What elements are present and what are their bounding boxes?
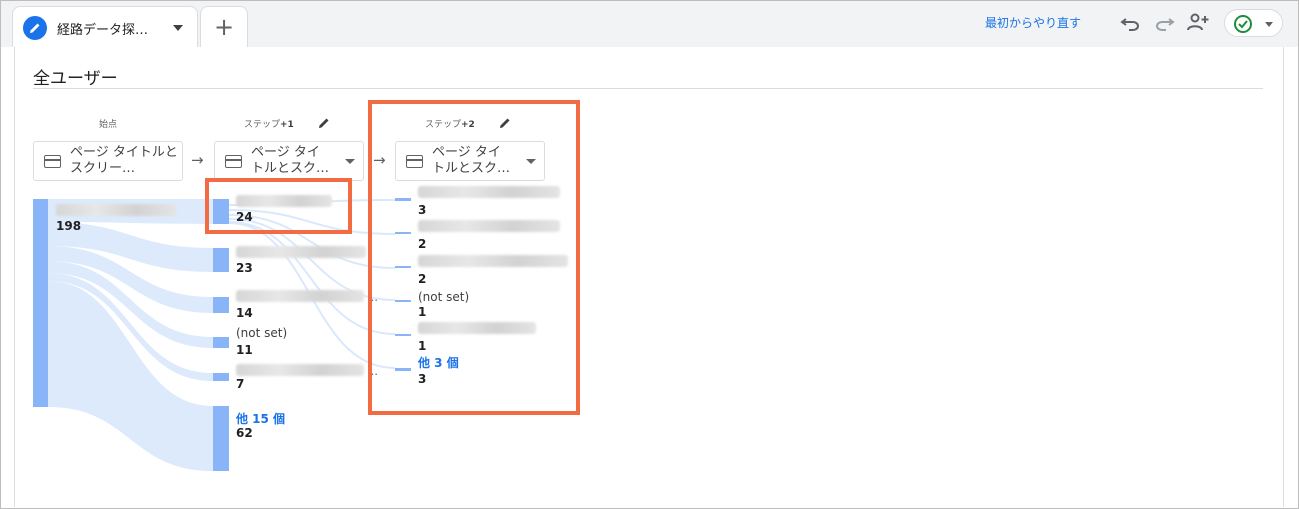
step1-node-bar[interactable] — [213, 373, 229, 381]
step1-more-nodes-link[interactable]: 他 15 個 — [236, 410, 285, 427]
step1-node-value: 11 — [236, 343, 253, 357]
step1-node-bar[interactable] — [213, 248, 229, 272]
step1-node-value: 62 — [236, 426, 253, 440]
node-label-blurred — [236, 290, 364, 302]
highlight-box-step1 — [205, 178, 352, 234]
path-flows — [48, 199, 396, 471]
start-node-value: 198 — [56, 219, 82, 233]
step1-node-value: 7 — [236, 377, 245, 391]
start-node-bar[interactable] — [33, 199, 48, 407]
node-label-blurred — [236, 364, 364, 376]
step1-node-value: 14 — [236, 306, 253, 320]
highlight-box-step2 — [368, 100, 580, 415]
step1-node-bar[interactable] — [213, 337, 229, 348]
step1-node-bar[interactable] — [213, 297, 229, 313]
node-label-blurred — [236, 246, 366, 258]
step1-node-label: (not set) — [236, 326, 288, 340]
node-label-blurred — [56, 204, 176, 216]
step1-node-value: 23 — [236, 261, 253, 275]
step1-node-bar[interactable] — [213, 406, 229, 471]
